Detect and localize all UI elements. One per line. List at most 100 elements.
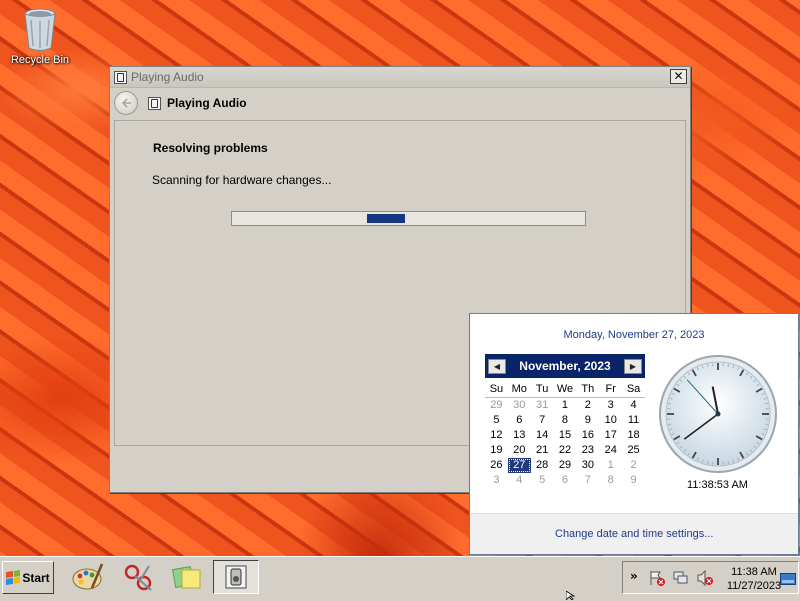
weekday-header: We [554, 382, 577, 398]
month-label[interactable]: November, 2023 [519, 359, 610, 373]
calendar-day[interactable]: 8 [554, 413, 577, 428]
calendar-day[interactable]: 6 [554, 473, 577, 488]
show-hidden-icons-button[interactable]: » [630, 569, 638, 583]
calendar-day[interactable]: 2 [622, 458, 645, 473]
show-desktop-icon[interactable] [780, 573, 796, 585]
calendar-day[interactable]: 13 [508, 428, 531, 443]
calendar-day[interactable]: 21 [531, 443, 554, 458]
weekday-header: Mo [508, 382, 531, 398]
notification-area: » 11:38 AM 11/27/2023 [622, 561, 799, 594]
playing-audio-taskbar-button[interactable] [213, 560, 259, 594]
calendar-day[interactable]: 30 [508, 398, 531, 413]
tray-date: 11/27/2023 [722, 579, 786, 593]
speaker-app-icon [114, 71, 127, 84]
calendar-day[interactable]: 24 [599, 443, 622, 458]
calendar-day[interactable]: 23 [576, 443, 599, 458]
window-title: Playing Audio [131, 70, 204, 84]
back-arrow-icon [120, 97, 132, 109]
analog-clock-face [658, 354, 778, 474]
clock-flyout: Monday, November 27, 2023 ◀ November, 20… [469, 313, 799, 555]
start-label: Start [22, 571, 49, 585]
weekday-header: Fr [599, 382, 622, 398]
calendar-day[interactable]: 9 [622, 473, 645, 488]
calendar-day[interactable]: 12 [485, 428, 508, 443]
calendar-day[interactable]: 26 [485, 458, 508, 473]
calendar-day[interactable]: 16 [576, 428, 599, 443]
calendar-day[interactable]: 22 [554, 443, 577, 458]
weekday-header: Su [485, 382, 508, 398]
snipping-tool-taskbar-button[interactable] [115, 560, 161, 594]
calendar-day[interactable]: 4 [508, 473, 531, 488]
speaker-device-icon [223, 564, 249, 590]
calendar-day[interactable]: 14 [531, 428, 554, 443]
calendar-day[interactable]: 15 [554, 428, 577, 443]
recycle-bin-label: Recycle Bin [8, 54, 72, 66]
recycle-bin[interactable]: Recycle Bin [8, 6, 72, 66]
paint-taskbar-button[interactable] [64, 560, 110, 594]
calendar-day[interactable]: 6 [508, 413, 531, 428]
calendar-day[interactable]: 9 [576, 413, 599, 428]
calendar-day[interactable]: 4 [622, 398, 645, 413]
calendar-header: ◀ November, 2023 ▶ [485, 354, 645, 378]
calendar-day[interactable]: 19 [485, 443, 508, 458]
calendar-day[interactable]: 18 [622, 428, 645, 443]
calendar-day[interactable]: 10 [599, 413, 622, 428]
calendar-day[interactable]: 29 [554, 458, 577, 473]
mouse-cursor-icon [566, 591, 576, 600]
start-button[interactable]: Start [2, 561, 54, 594]
nav-title: Playing Audio [167, 96, 247, 110]
sticky-notes-taskbar-button[interactable] [164, 560, 210, 594]
analog-clock: 11:38:53 AM [655, 354, 780, 491]
weekday-header: Sa [622, 382, 645, 398]
calendar-day[interactable]: 17 [599, 428, 622, 443]
calendar-day[interactable]: 1 [554, 398, 577, 413]
volume-muted-icon[interactable] [697, 570, 714, 586]
clock-digital-time: 11:38:53 AM [655, 479, 780, 491]
calendar-day[interactable]: 7 [531, 413, 554, 428]
prev-month-button[interactable]: ◀ [488, 359, 506, 374]
scan-status-text: Scanning for hardware changes... [152, 173, 331, 187]
calendar-day[interactable]: 29 [485, 398, 508, 413]
change-date-time-link[interactable]: Change date and time settings... [555, 528, 713, 540]
scissors-icon [121, 562, 155, 592]
long-date-header[interactable]: Monday, November 27, 2023 [470, 329, 798, 341]
calendar-day[interactable]: 25 [622, 443, 645, 458]
window-nav-bar: Playing Audio [110, 88, 690, 118]
back-button[interactable] [114, 91, 138, 115]
marquee-progress-bar [231, 211, 586, 226]
calendar-day[interactable]: 30 [576, 458, 599, 473]
calendar-day[interactable]: 20 [508, 443, 531, 458]
calendar-grid: SuMoTuWeThFrSa29303112345678910111213141… [485, 382, 645, 488]
calendar-day[interactable]: 1 [599, 458, 622, 473]
taskbar: Start » [0, 556, 800, 601]
weekday-header: Tu [531, 382, 554, 398]
progress-marquee-block [367, 214, 405, 223]
calendar-day[interactable]: 5 [531, 473, 554, 488]
calendar-day[interactable]: 31 [531, 398, 554, 413]
flyout-footer: Change date and time settings... [470, 513, 798, 554]
network-status-icon[interactable] [673, 570, 690, 586]
calendar-day[interactable]: 28 [531, 458, 554, 473]
calendar-day-selected[interactable]: 27 [508, 458, 531, 473]
window-titlebar[interactable]: Playing Audio ✕ [110, 67, 690, 88]
calendar-day[interactable]: 3 [485, 473, 508, 488]
calendar-day[interactable]: 11 [622, 413, 645, 428]
weekday-header: Th [576, 382, 599, 398]
action-center-flag-icon[interactable] [649, 570, 666, 586]
calendar-day[interactable]: 2 [576, 398, 599, 413]
speaker-app-icon [148, 97, 161, 110]
calendar-day[interactable]: 7 [576, 473, 599, 488]
windows-logo-icon [6, 570, 20, 585]
close-button[interactable]: ✕ [670, 69, 687, 84]
next-month-button[interactable]: ▶ [624, 359, 642, 374]
calendar: ◀ November, 2023 ▶ SuMoTuWeThFrSa2930311… [485, 354, 645, 488]
recycle-bin-icon [22, 6, 58, 52]
calendar-day[interactable]: 5 [485, 413, 508, 428]
resolving-heading: Resolving problems [153, 141, 268, 155]
tray-clock[interactable]: 11:38 AM 11/27/2023 [722, 565, 786, 593]
calendar-day[interactable]: 8 [599, 473, 622, 488]
paint-palette-icon [70, 562, 104, 592]
tray-time: 11:38 AM [722, 565, 786, 579]
sticky-notes-icon [170, 562, 204, 592]
calendar-day[interactable]: 3 [599, 398, 622, 413]
